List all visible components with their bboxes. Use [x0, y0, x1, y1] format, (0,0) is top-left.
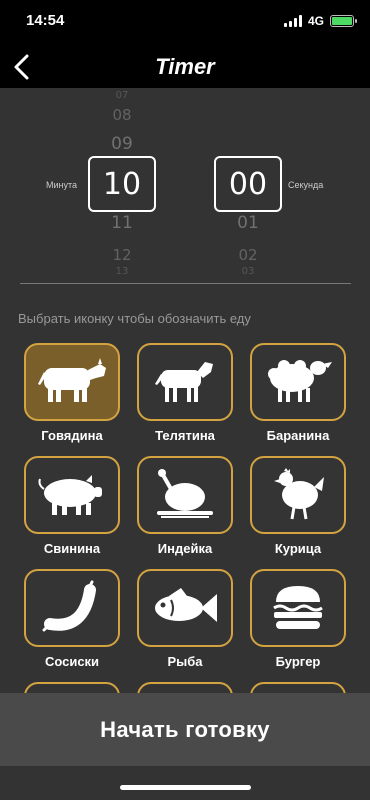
food-label: Говядина	[41, 428, 103, 443]
wheel-number: 02	[238, 246, 258, 264]
page-title: Timer	[155, 54, 215, 79]
wheel-number: 09	[111, 134, 133, 154]
battery-charging-icon	[330, 15, 357, 27]
food-label: Сосиски	[44, 654, 100, 669]
home-indicator[interactable]	[120, 785, 251, 790]
status-time: 14:54	[26, 12, 65, 29]
food-tile-veal[interactable]	[137, 343, 233, 421]
roast-turkey-icon	[157, 469, 213, 518]
fish-icon	[155, 588, 217, 622]
food-label: Индейка	[157, 541, 213, 556]
network-type: 4G	[307, 14, 324, 28]
wheel-number: 13	[115, 266, 129, 277]
food-tile-chicken[interactable]	[250, 456, 346, 534]
sheep-icon	[268, 360, 332, 402]
minutes-label: Минута	[46, 180, 78, 190]
seconds-picker[interactable]: 00 01 02 03	[214, 88, 282, 278]
cow-icon	[38, 358, 106, 402]
food-label: Баранина	[266, 428, 330, 443]
food-label: Телятина	[155, 428, 215, 443]
wheel-number: 01	[237, 213, 259, 233]
food-tile-lamb[interactable]	[250, 343, 346, 421]
food-hint: Выбрать иконку чтобы обозначить еду	[18, 311, 251, 326]
wheel-number: 08	[112, 106, 132, 124]
burger-icon	[273, 586, 323, 629]
food-label: Бургер	[275, 654, 321, 669]
sausage-icon	[42, 580, 96, 632]
chicken-icon	[274, 468, 324, 520]
pig-icon	[38, 475, 102, 515]
home-area	[0, 766, 370, 800]
food-label: Рыба	[167, 654, 203, 669]
food-label: Курица	[274, 541, 322, 556]
nav-bar: Timer	[0, 44, 370, 88]
food-tile-burger[interactable]	[250, 569, 346, 647]
wheel-number: 03	[241, 266, 255, 277]
food-tile-pork[interactable]	[24, 456, 120, 534]
divider	[20, 283, 351, 284]
cellular-signal-icon	[283, 15, 302, 27]
food-tile-fish[interactable]	[137, 569, 233, 647]
status-indicators: 4G	[283, 14, 357, 28]
wheel-number: 07	[115, 90, 129, 101]
seconds-label: Секунда	[288, 180, 324, 190]
food-tile-beef[interactable]	[24, 343, 120, 421]
wheel-number: 11	[111, 213, 133, 233]
start-cooking-label: Начать готовку	[100, 716, 270, 742]
start-cooking-button[interactable]: Начать готовку	[0, 693, 370, 766]
calf-icon	[155, 362, 213, 402]
minutes-value[interactable]: 10	[88, 156, 156, 212]
wheel-number: 12	[112, 246, 132, 264]
food-tile-sausages[interactable]	[24, 569, 120, 647]
food-tile-turkey[interactable]	[137, 456, 233, 534]
seconds-value[interactable]: 00	[214, 156, 282, 212]
status-bar: 14:54 4G	[0, 0, 370, 44]
food-label: Свинина	[43, 541, 101, 556]
minutes-picker[interactable]: 07 08 09 10 11 12 13	[88, 88, 156, 278]
